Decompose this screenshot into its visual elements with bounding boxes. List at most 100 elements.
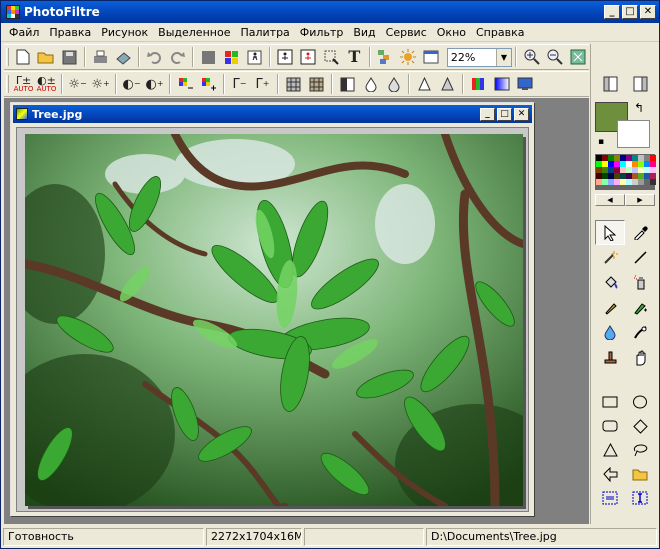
swap-colors-icon[interactable]: ↰	[634, 101, 644, 115]
minimize-button[interactable]: _	[604, 5, 620, 19]
doc-minimize-button[interactable]: _	[480, 107, 495, 121]
menu-edit[interactable]: Правка	[44, 23, 96, 42]
menu-selection[interactable]: Выделенное	[153, 23, 235, 42]
color-palette[interactable]	[595, 154, 656, 190]
triangle2-icon[interactable]	[436, 73, 459, 95]
crop-icon[interactable]	[320, 46, 343, 68]
diamond-icon[interactable]	[625, 414, 655, 438]
select-text-icon[interactable]	[625, 486, 655, 510]
menu-image[interactable]: Рисунок	[96, 23, 153, 42]
gamma-plus-icon[interactable]: Γ +	[251, 73, 274, 95]
palette-next-icon[interactable]: ▶	[625, 194, 655, 206]
drop-icon[interactable]	[359, 73, 382, 95]
layers-icon[interactable]	[374, 46, 397, 68]
line-icon[interactable]	[625, 245, 655, 270]
app-icon[interactable]	[6, 5, 20, 19]
zoom-select[interactable]: 22% ▼	[446, 47, 512, 67]
tools-panel: ↰ ▪ ◀ ▶	[590, 44, 659, 524]
fill-bucket-icon[interactable]	[595, 270, 625, 295]
drop2-icon[interactable]	[382, 73, 405, 95]
fit-icon[interactable]	[566, 46, 589, 68]
ellipse-icon[interactable]	[625, 390, 655, 414]
redo-icon[interactable]	[166, 46, 189, 68]
menu-help[interactable]: Справка	[471, 23, 529, 42]
doc-maximize-button[interactable]: □	[497, 107, 512, 121]
undo-icon[interactable]	[143, 46, 166, 68]
text-icon[interactable]: T	[343, 46, 366, 68]
photo-canvas[interactable]	[25, 134, 523, 506]
lasso-icon[interactable]	[625, 438, 655, 462]
photofiltre-window: PhotoFiltre _ □ ✕ Файл Правка Рисунок Вы…	[0, 0, 660, 549]
colorbar-icon[interactable]	[467, 73, 490, 95]
menu-palette[interactable]: Палитра	[235, 23, 294, 42]
magic-wand-icon[interactable]	[595, 245, 625, 270]
grid2-icon[interactable]	[305, 73, 328, 95]
spray-icon[interactable]	[625, 270, 655, 295]
toolbar-grip[interactable]	[6, 75, 9, 93]
eyedropper-icon[interactable]	[625, 220, 655, 245]
select-rect-icon[interactable]	[595, 486, 625, 510]
contrast-minus-icon[interactable]: ◐ −	[120, 73, 143, 95]
zoom-in-icon[interactable]	[520, 46, 543, 68]
sun-icon[interactable]	[397, 46, 420, 68]
menu-view[interactable]: Вид	[348, 23, 380, 42]
half-icon[interactable]	[336, 73, 359, 95]
saturation-plus-icon[interactable]	[197, 73, 220, 95]
toolbar-grip[interactable]	[6, 48, 9, 66]
palette-prev-icon[interactable]: ◀	[595, 194, 625, 206]
stamp-icon[interactable]	[595, 345, 625, 370]
image-file-icon[interactable]	[16, 108, 28, 120]
close-button[interactable]: ✕	[640, 5, 656, 19]
gamma-minus-icon[interactable]: Γ −	[228, 73, 251, 95]
smudge-icon[interactable]	[625, 320, 655, 345]
canvas-size-icon[interactable]	[297, 46, 320, 68]
palette-icon[interactable]	[220, 46, 243, 68]
scan-icon[interactable]	[112, 46, 135, 68]
blur-drop-icon[interactable]	[595, 320, 625, 345]
new-file-icon[interactable]	[12, 46, 35, 68]
menu-file[interactable]: Файл	[4, 23, 44, 42]
hand-icon[interactable]	[625, 345, 655, 370]
contrast-auto-icon[interactable]: ◐± AUTO	[35, 73, 58, 95]
chevron-down-icon[interactable]: ▼	[496, 48, 511, 66]
document-title-bar[interactable]: Tree.jpg _ □ ✕	[13, 105, 532, 123]
canvas-area[interactable]	[16, 127, 529, 512]
palette-swatch[interactable]	[650, 179, 656, 185]
contrast-plus-icon[interactable]: ◐ +	[143, 73, 166, 95]
open-folder-icon[interactable]	[35, 46, 58, 68]
main-toolbar: T 22% ▼	[4, 44, 589, 70]
brightness-minus-icon[interactable]: ☼ −	[66, 73, 89, 95]
select-arrow-icon[interactable]	[595, 220, 625, 245]
reset-colors-icon[interactable]: ▪	[598, 137, 604, 147]
window-icon[interactable]	[420, 46, 443, 68]
menu-tools[interactable]: Сервис	[381, 23, 432, 42]
pen-icon[interactable]	[625, 295, 655, 320]
gradient-icon[interactable]	[490, 73, 513, 95]
polygon-icon[interactable]	[595, 462, 625, 486]
run-icon[interactable]	[243, 46, 266, 68]
rounded-rect-icon[interactable]	[595, 414, 625, 438]
rectangle-icon[interactable]	[595, 390, 625, 414]
title-bar[interactable]: PhotoFiltre _ □ ✕	[1, 1, 659, 23]
image-size-icon[interactable]	[274, 46, 297, 68]
menu-filter[interactable]: Фильтр	[295, 23, 349, 42]
screen-icon[interactable]	[513, 73, 536, 95]
menu-window[interactable]: Окно	[432, 23, 471, 42]
triangle-shape-icon[interactable]	[595, 438, 625, 462]
brightness-auto-icon[interactable]: Γ± AUTO	[12, 73, 35, 95]
folder-icon[interactable]	[625, 462, 655, 486]
background-color[interactable]	[617, 120, 650, 148]
brightness-plus-icon[interactable]: ☼ +	[89, 73, 112, 95]
brush-icon[interactable]	[595, 295, 625, 320]
doc-close-button[interactable]: ✕	[514, 107, 529, 121]
triangle-icon[interactable]	[413, 73, 436, 95]
color-square-icon[interactable]	[197, 46, 220, 68]
panel-left-icon[interactable]	[599, 73, 622, 95]
maximize-button[interactable]: □	[622, 5, 638, 19]
grid-icon[interactable]	[282, 73, 305, 95]
saturation-minus-icon[interactable]	[174, 73, 197, 95]
panel-right-icon[interactable]	[629, 73, 652, 95]
print-icon[interactable]	[89, 46, 112, 68]
zoom-out-icon[interactable]	[543, 46, 566, 68]
save-icon[interactable]	[58, 46, 81, 68]
